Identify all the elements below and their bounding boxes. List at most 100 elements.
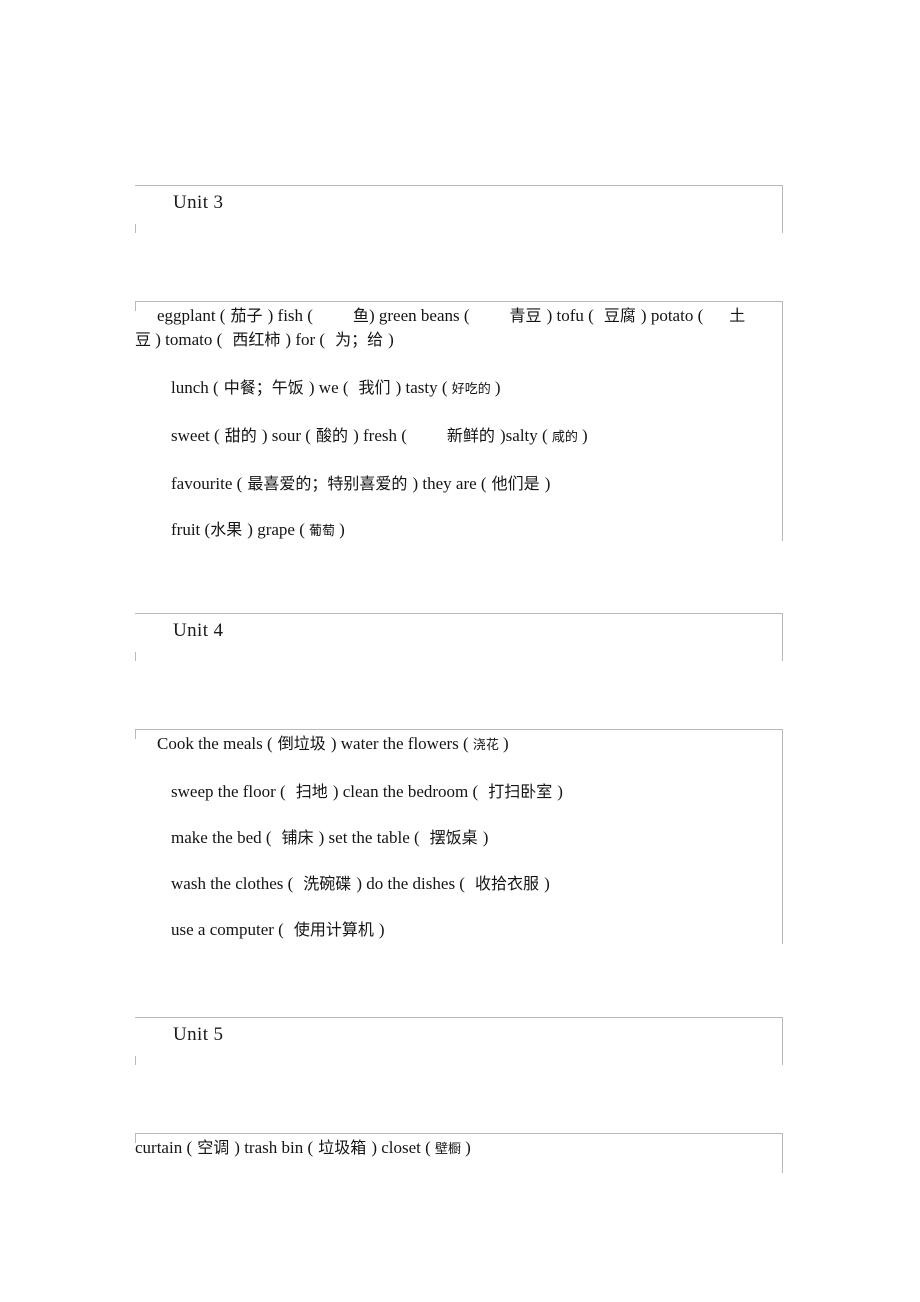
vocab-line: 豆 ) tomato ( 西红柿 ) for ( 为；给 ): [135, 329, 782, 351]
vocab-text: ): [465, 1138, 471, 1157]
vocab-text: ) tofu (: [546, 306, 594, 325]
vocab-cn: 垃圾箱: [313, 1138, 372, 1157]
vocab-cn: 好吃的: [447, 382, 495, 397]
vocab-text: ) potato (: [640, 306, 704, 325]
vocab-cn: 摆饭桌: [429, 828, 483, 847]
unit-3-title: Unit 3: [173, 192, 224, 213]
vocab-cn: 鱼: [352, 306, 369, 325]
vocab-cn: 倒垃圾: [272, 734, 331, 753]
unit-5-header: Unit 5: [135, 1017, 783, 1065]
vocab-text: ): [502, 734, 509, 753]
vocab-text: ): [544, 874, 550, 893]
vocab-cn: 青豆: [509, 306, 547, 325]
vocab-text: Cook the meals (: [157, 734, 273, 753]
vocab-text: sweep the floor (: [171, 782, 286, 801]
document-page: Unit 3 eggplant ( 茄子 ) fish ( 鱼) green be…: [0, 0, 920, 1302]
unit-3-body-wrapper: eggplant ( 茄子 ) fish ( 鱼) green beans ( 青豆…: [135, 301, 783, 541]
vocab-line: Cook the meals ( 倒垃圾 ) water the flowers…: [135, 733, 782, 757]
vocab-cn: 咸的: [547, 430, 582, 445]
vocab-text: ) sour (: [261, 426, 311, 445]
vocab-cn: 酸的: [310, 426, 354, 445]
vocab-text: ) grape (: [247, 520, 305, 539]
vocab-line: use a computer ( 使用计算机 ): [135, 919, 782, 941]
vocab-cn: 葡萄: [304, 524, 340, 539]
vocab-cn: 浇花: [468, 738, 503, 753]
vocab-cn: 茄子: [225, 306, 268, 325]
vocab-line: sweep the floor ( 扫地 ) clean the bedroom …: [135, 781, 782, 803]
vocab-cn: 中餐；午饭: [218, 378, 309, 397]
unit-3-header: Unit 3: [135, 185, 783, 233]
unit-4-body-wrapper: Cook the meals ( 倒垃圾 ) water the flowers…: [135, 729, 783, 944]
vocab-text: ): [378, 920, 385, 939]
vocab-text: ) trash bin (: [234, 1138, 314, 1157]
vocab-line: fruit (水果 ) grape ( 葡萄 ): [135, 519, 782, 543]
vocab-line: make the bed ( 铺床 ) set the table ( 摆饭桌 ): [135, 827, 782, 849]
vocab-text: ) tasty (: [395, 378, 448, 397]
unit-section-4: Unit 4: [135, 613, 783, 661]
vocab-text: ) green beans (: [368, 306, 470, 325]
vocab-cn: 为；给: [335, 330, 389, 349]
vocab-cn: 我们: [358, 378, 396, 397]
vocab-cn: 豆: [135, 330, 152, 349]
vocab-cn: 洗碗碟: [303, 874, 357, 893]
vocab-text: wash the clothes (: [171, 874, 294, 893]
vocab-text: )salty (: [500, 426, 548, 445]
vocab-text: ): [544, 474, 551, 493]
vocab-text: ): [581, 426, 588, 445]
vocab-cn: 他们是: [486, 474, 545, 493]
vocab-line: sweet ( 甜的 ) sour ( 酸的 ) fresh ( 新鲜的 )sal…: [135, 425, 782, 449]
vocab-cn: 空调: [192, 1138, 235, 1157]
vocab-text: ): [482, 828, 489, 847]
vocab-text: ) set the table (: [318, 828, 420, 847]
vocab-cn: 豆腐: [603, 306, 641, 325]
vocab-text: curtain (: [135, 1138, 193, 1157]
unit-4-header: Unit 4: [135, 613, 783, 661]
unit-5-body: curtain ( 空调 ) trash bin ( 垃圾箱 ) closet …: [135, 1133, 783, 1173]
vocab-line: wash the clothes ( 洗碗碟 ) do the dishes ( 收…: [135, 873, 782, 895]
unit-5-title: Unit 5: [173, 1024, 224, 1045]
vocab-text: ) clean the bedroom (: [332, 782, 479, 801]
vocab-line: favourite ( 最喜爱的；特别喜爱的 ) they are ( 他们是 …: [135, 473, 782, 495]
vocab-text: favourite (: [171, 474, 243, 493]
vocab-cn: 西红柿: [232, 330, 286, 349]
vocab-cn: 最喜爱的；特别喜爱的: [242, 474, 413, 493]
vocab-text: ) fish (: [267, 306, 313, 325]
vocab-cn: 使用计算机: [293, 920, 379, 939]
vocab-cn: 新鲜的: [446, 426, 501, 445]
vocab-cn: 收拾衣服: [474, 874, 545, 893]
vocab-text: eggplant (: [157, 306, 226, 325]
vocab-text: ) closet (: [371, 1138, 431, 1157]
vocab-text: fruit (: [171, 520, 211, 539]
vocab-text: ) for (: [285, 330, 326, 349]
vocab-cn: 壁橱: [430, 1142, 466, 1157]
vocab-text: ): [339, 520, 345, 539]
vocab-cn: 打扫卧室: [488, 782, 558, 801]
vocab-line: eggplant ( 茄子 ) fish ( 鱼) green beans ( 青豆…: [135, 305, 782, 327]
vocab-text: ) they are (: [412, 474, 487, 493]
unit-section-5: Unit 5: [135, 1017, 783, 1065]
vocab-text: make the bed (: [171, 828, 272, 847]
vocab-text: ): [557, 782, 563, 801]
unit-section-3: Unit 3: [135, 185, 783, 233]
vocab-text: lunch (: [171, 378, 219, 397]
vocab-cn: 土: [729, 306, 746, 325]
vocab-text: ) do the dishes (: [356, 874, 465, 893]
vocab-text: ) we (: [308, 378, 349, 397]
unit-4-body: Cook the meals ( 倒垃圾 ) water the flowers…: [135, 729, 783, 944]
vocab-text: ) water the flowers (: [330, 734, 469, 753]
unit-3-body: eggplant ( 茄子 ) fish ( 鱼) green beans ( 青豆…: [135, 301, 783, 541]
vocab-cn: 甜的: [219, 426, 262, 445]
vocab-text: ) tomato (: [151, 330, 223, 349]
vocab-text: sweet (: [171, 426, 220, 445]
vocab-text: ): [388, 330, 394, 349]
vocab-cn: 铺床: [281, 828, 319, 847]
vocab-text: ): [494, 378, 501, 397]
vocab-line: curtain ( 空调 ) trash bin ( 垃圾箱 ) closet …: [135, 1137, 782, 1161]
unit-4-title: Unit 4: [173, 620, 224, 641]
vocab-text: use a computer (: [171, 920, 284, 939]
vocab-cn: 扫地: [295, 782, 333, 801]
vocab-line: lunch ( 中餐；午饭 ) we ( 我们 ) tasty ( 好吃的 ): [135, 377, 782, 401]
vocab-cn: 水果: [210, 520, 248, 539]
unit-5-body-wrapper: curtain ( 空调 ) trash bin ( 垃圾箱 ) closet …: [135, 1133, 783, 1173]
vocab-text: ) fresh (: [353, 426, 407, 445]
